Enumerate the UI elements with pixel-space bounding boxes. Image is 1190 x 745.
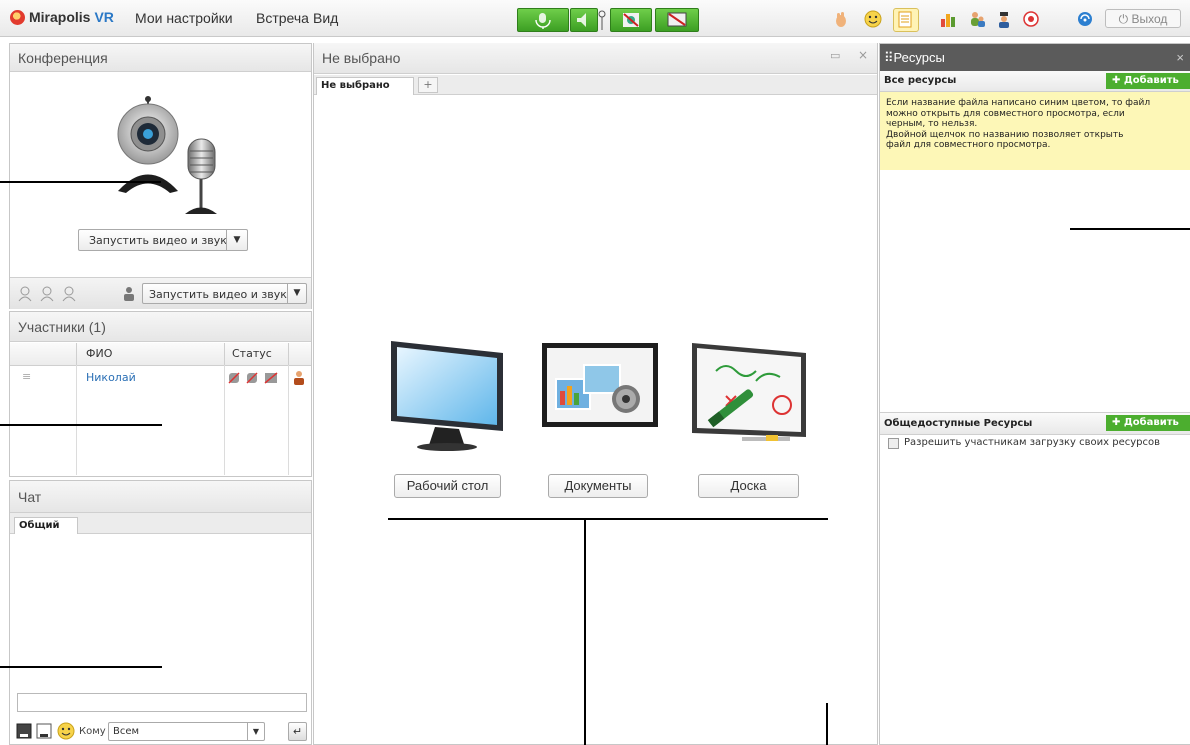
user-group-icons[interactable] (17, 285, 81, 303)
content-panel: Не выбрано ▭ × Не выбрано + Рабочий стол… (313, 43, 878, 745)
plus-icon: ✚ (1112, 75, 1124, 86)
top-menu-bar: Mirapolis VR Мои настройки Встреча Вид ⏻… (0, 0, 1190, 37)
resources-panel: ⠿Ресурсы × Все ресурсы ✚ Добавить Если н… (879, 43, 1190, 745)
allow-upload-checkbox[interactable] (888, 438, 899, 449)
add-tab-button[interactable]: + (418, 77, 438, 93)
drag-handle-icon[interactable]: ≡ (22, 370, 31, 383)
speaker-icon (577, 13, 586, 27)
participants-title: Участники (1) (10, 312, 311, 342)
notes-icon[interactable] (893, 8, 919, 32)
start-video-audio-dropdown[interactable]: Запустить видео и звук ▼ (78, 229, 248, 251)
content-tab-strip: Не выбрано + (314, 75, 877, 95)
callout-line (388, 518, 828, 520)
close-icon[interactable]: × (858, 48, 868, 62)
font-color-icon[interactable] (16, 723, 32, 739)
column-name[interactable]: ФИО (86, 347, 112, 360)
volume-slider-icon[interactable] (598, 9, 606, 31)
conference-panel: Конференция Запустить видео и звук ▼ Зап… (9, 43, 312, 309)
desktop-monitor-icon (391, 341, 503, 451)
screen-share-icon (667, 12, 687, 27)
emotion-icon[interactable] (864, 10, 882, 28)
app-logo: Mirapolis VR (10, 9, 114, 25)
tab-general[interactable]: Общий (14, 517, 78, 534)
enter-icon: ↵ (292, 725, 303, 738)
public-resources-header: Общедоступные Ресурсы ✚ Добавить (880, 412, 1190, 435)
participant-status-icons[interactable] (228, 371, 288, 385)
documents-screen-icon (542, 343, 658, 427)
conference-toolbar: Запустить видео и звук ▼ (10, 277, 311, 309)
drag-grip-icon[interactable]: ⠿ (880, 50, 894, 65)
tab-not-selected[interactable]: Не выбрано (316, 77, 414, 95)
desktop-button[interactable]: Рабочий стол (394, 474, 501, 498)
person-icon (124, 287, 134, 301)
close-icon[interactable]: × (1176, 44, 1184, 71)
participants-header-row: ФИО Статус (10, 343, 311, 366)
menu-meeting[interactable]: Встреча (256, 10, 309, 26)
all-resources-header: Все ресурсы ✚ Добавить (880, 71, 1190, 92)
callout-line (826, 703, 828, 745)
chevron-down-icon: ▼ (287, 284, 306, 303)
smiley-icon[interactable] (57, 722, 75, 740)
statistics-icon[interactable] (939, 10, 957, 28)
camera-off-icon (623, 13, 639, 27)
background-color-icon[interactable] (36, 723, 52, 739)
users-icon[interactable] (968, 10, 986, 28)
chat-tab-strip: Общий (10, 513, 311, 534)
add-public-resource-button[interactable]: ✚ Добавить (1106, 415, 1190, 431)
participant-avatar-icon (294, 371, 304, 385)
webcam-microphone-icon (117, 96, 217, 214)
send-button[interactable]: ↵ (288, 722, 307, 741)
callout-line (0, 666, 162, 668)
whiteboard-icon (692, 343, 806, 441)
callout-line (0, 181, 161, 183)
column-status[interactable]: Статус (232, 347, 272, 360)
chevron-down-icon: ▼ (226, 230, 247, 250)
record-icon[interactable] (1022, 10, 1040, 28)
minimize-icon[interactable]: ▭ (830, 49, 840, 62)
raise-hand-icon[interactable] (832, 10, 850, 28)
speaker-button[interactable] (570, 8, 598, 32)
screen-share-button[interactable] (655, 8, 699, 32)
menu-my-settings[interactable]: Мои настройки (135, 10, 233, 26)
chat-title: Чат (10, 481, 311, 513)
chat-toolbar: Кому Всем ▼ ↵ (16, 721, 308, 743)
documents-button[interactable]: Документы (548, 474, 648, 498)
allow-upload-label: Разрешить участникам загрузку своих ресу… (904, 437, 1161, 448)
table-row[interactable]: ≡ Николай (10, 368, 311, 388)
callout-line (1070, 228, 1190, 230)
menu-view[interactable]: Вид (313, 10, 338, 26)
camera-button[interactable] (610, 8, 652, 32)
resources-header: ⠿Ресурсы × (880, 44, 1190, 71)
power-icon: ⏻ (1118, 12, 1129, 26)
plus-icon: ✚ (1112, 417, 1124, 428)
microphone-icon (535, 13, 551, 29)
mirapolis-logo-icon (10, 9, 25, 25)
recipient-select[interactable]: Всем ▼ (108, 722, 265, 741)
whiteboard-button[interactable]: Доска (698, 474, 799, 498)
moderator-icon[interactable] (995, 10, 1013, 28)
add-resource-button[interactable]: ✚ Добавить (1106, 73, 1190, 89)
participants-panel: Участники (1) ФИО Статус ≡ Николай (9, 311, 312, 477)
microphone-button[interactable] (517, 8, 569, 32)
callout-line (584, 518, 586, 745)
chat-message-input[interactable] (17, 693, 307, 712)
conference-title: Конференция (10, 44, 311, 72)
exit-button[interactable]: ⏻ Выход (1105, 9, 1181, 28)
resources-hint: Если название файла написано синим цвето… (880, 92, 1190, 170)
chat-panel: Чат Общий Кому Всем ▼ ↵ (9, 480, 312, 745)
start-video-audio-dropdown-2[interactable]: Запустить видео и звук ▼ (142, 283, 307, 304)
chevron-down-icon: ▼ (247, 723, 264, 740)
content-title: Не выбрано (314, 43, 877, 74)
callout-line (0, 424, 162, 426)
connection-icon[interactable] (1076, 10, 1094, 28)
